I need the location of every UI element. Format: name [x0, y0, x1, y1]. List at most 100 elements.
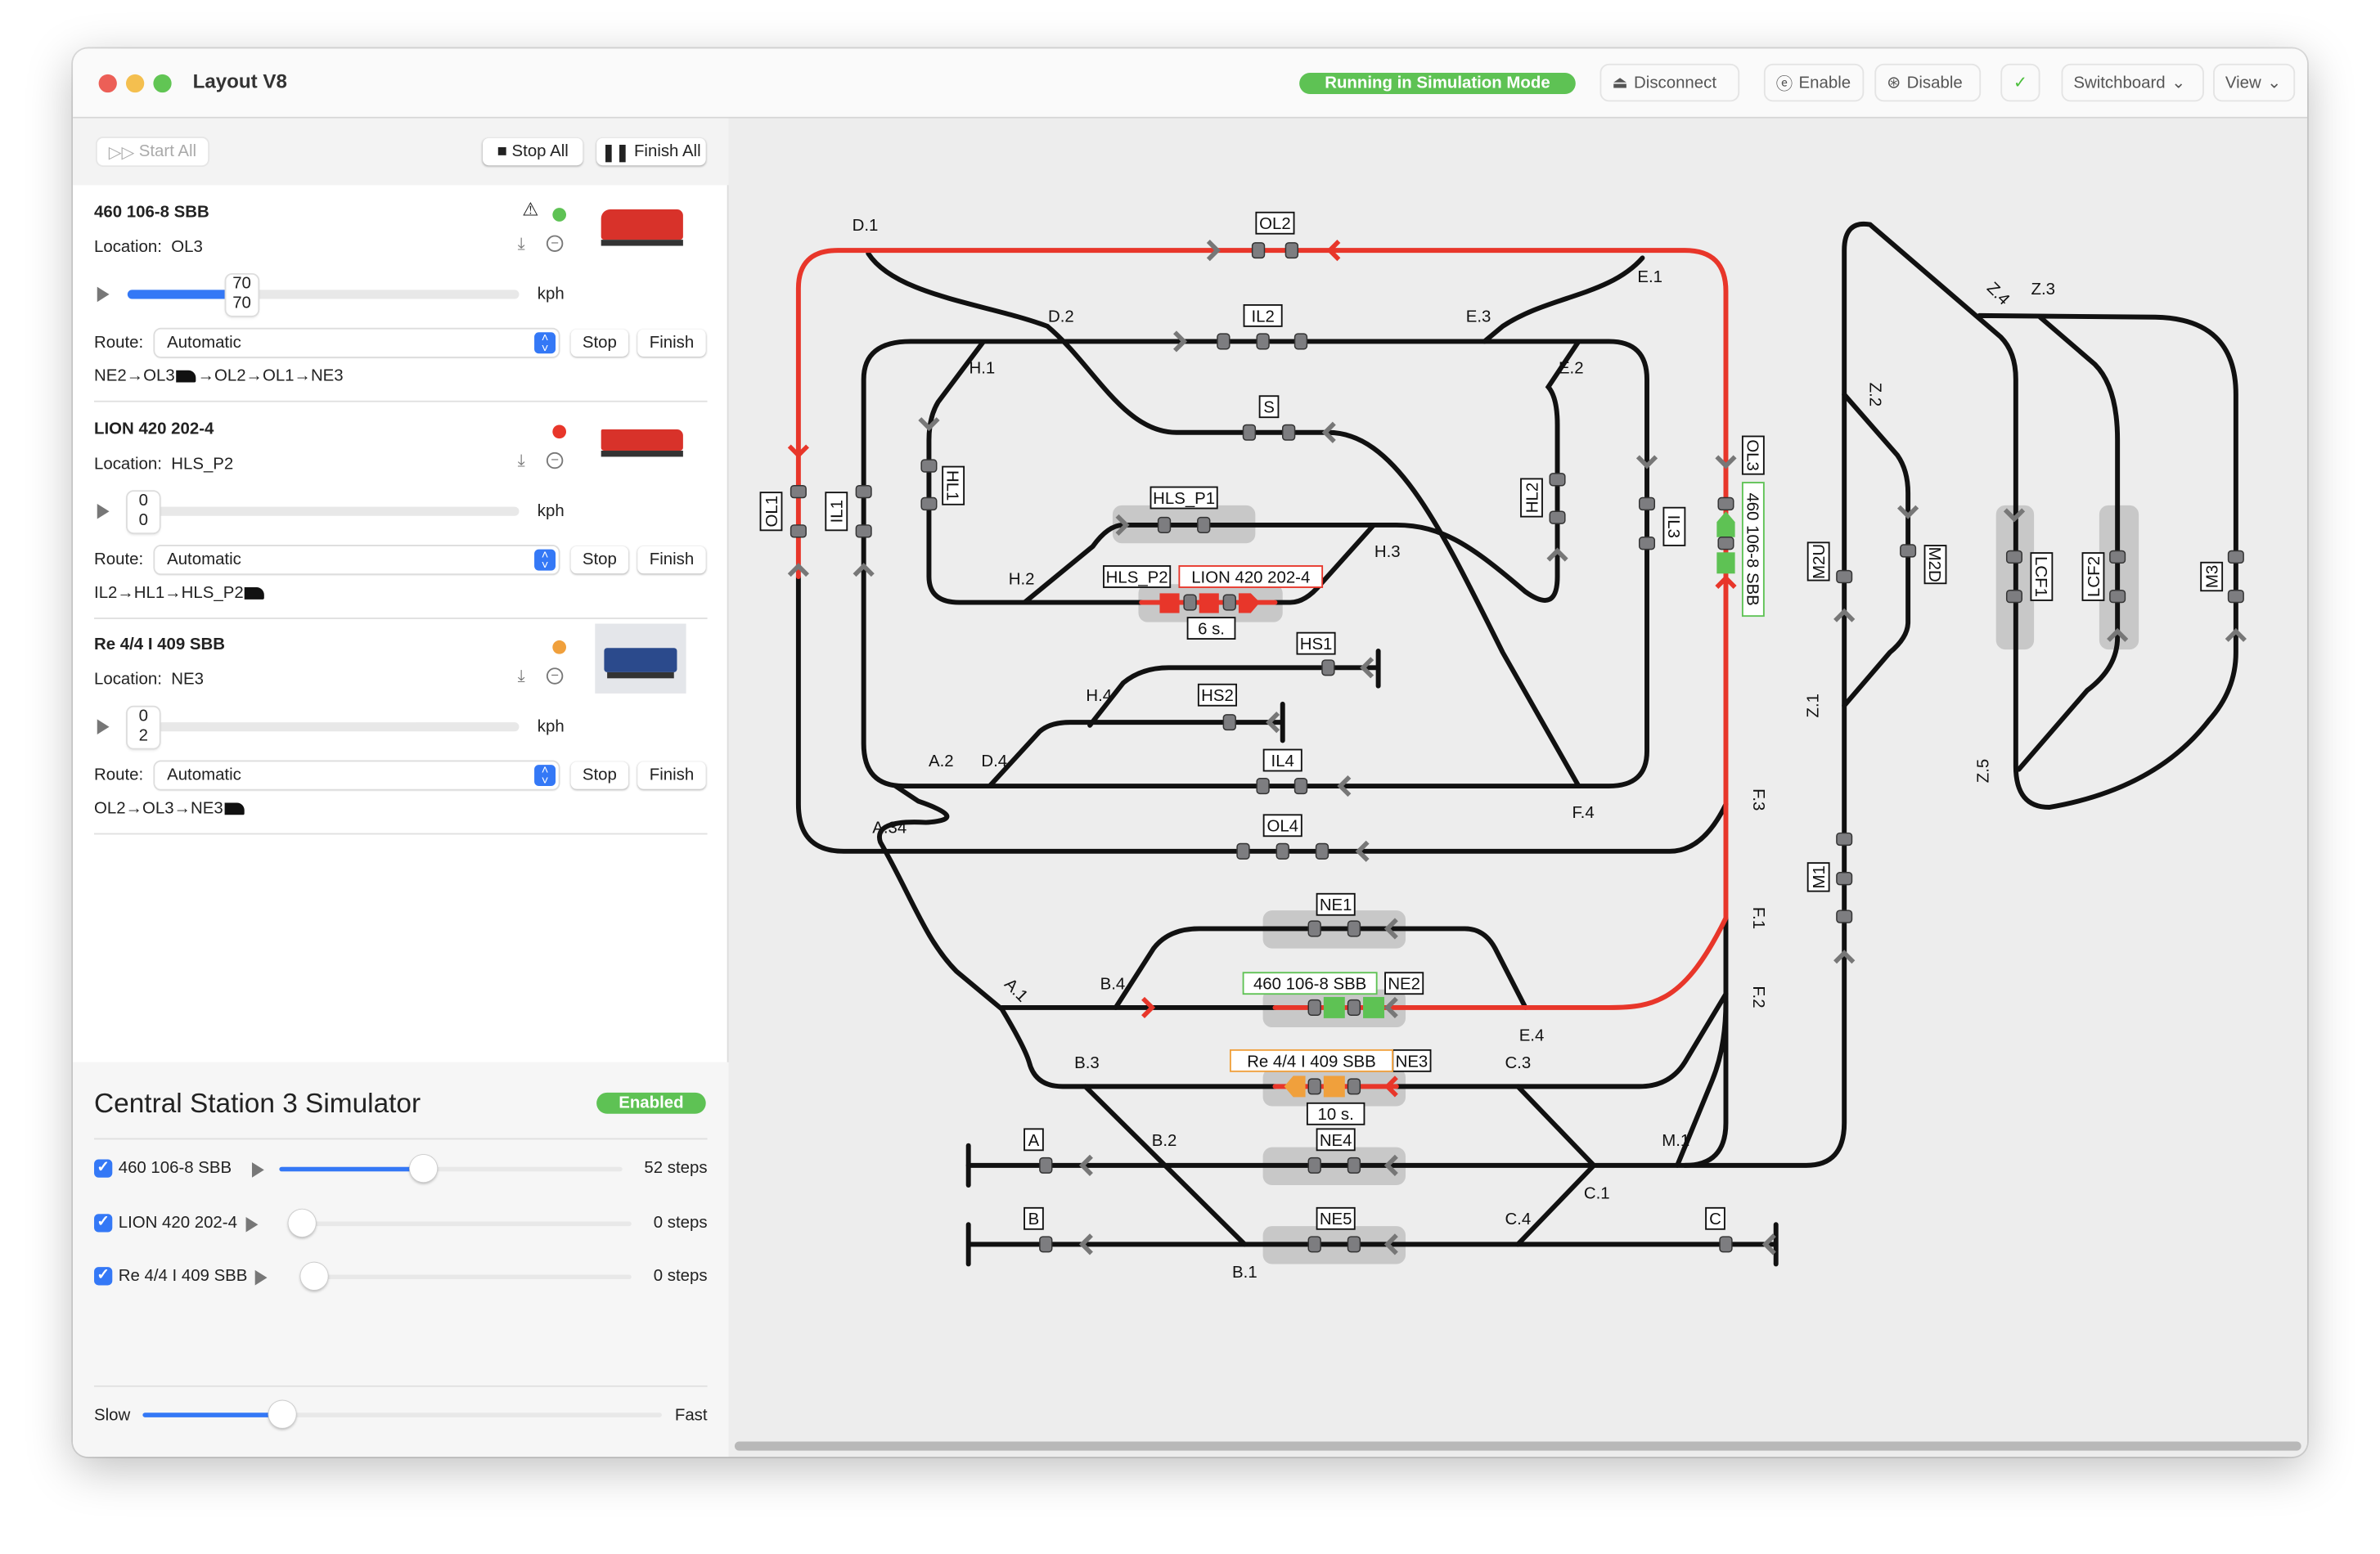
- turnout-label[interactable]: C.4: [1505, 1210, 1531, 1228]
- turnout-label[interactable]: E.1: [1637, 268, 1662, 286]
- wait-timer[interactable]: 6 s.: [1186, 617, 1236, 640]
- feedback-sensor[interactable]: [1836, 909, 1853, 923]
- turnout-label[interactable]: H.1: [970, 359, 996, 377]
- feedback-sensor[interactable]: [1321, 659, 1335, 676]
- turnout-label[interactable]: E.2: [1559, 359, 1584, 377]
- feedback-sensor[interactable]: [2005, 589, 2023, 604]
- feedback-sensor[interactable]: [1236, 842, 1250, 860]
- feedback-sensor[interactable]: [1217, 333, 1230, 350]
- block-label[interactable]: OL3: [1741, 435, 1765, 475]
- feedback-sensor[interactable]: [1275, 842, 1289, 860]
- track-hl1[interactable]: [926, 339, 1377, 605]
- train-label[interactable]: 460 106-8 SBB: [1242, 972, 1378, 995]
- block-label[interactable]: OL4: [1262, 814, 1302, 838]
- feedback-sensor[interactable]: [1251, 242, 1266, 259]
- feedback-sensor[interactable]: [2005, 550, 2023, 564]
- turnout-label[interactable]: A.2: [929, 752, 954, 770]
- feedback-sensor[interactable]: [1836, 872, 1853, 886]
- feedback-sensor[interactable]: [920, 459, 938, 473]
- block-label[interactable]: HS1: [1296, 631, 1336, 655]
- feedback-sensor[interactable]: [2227, 550, 2244, 564]
- turnout-label[interactable]: H.2: [1009, 570, 1035, 588]
- turnout-label[interactable]: D.1: [853, 217, 879, 235]
- train-label[interactable]: 460 106-8 SBB: [1741, 482, 1765, 618]
- block-label[interactable]: HL1: [942, 465, 965, 505]
- block-label[interactable]: M3: [2200, 561, 2224, 592]
- feedback-sensor[interactable]: [1549, 510, 1566, 524]
- feedback-sensor[interactable]: [790, 484, 807, 499]
- turnout-label[interactable]: Z.1: [1805, 694, 1823, 717]
- track-inner-loop[interactable]: [861, 339, 1649, 789]
- turnout-label[interactable]: B.4: [1100, 976, 1126, 994]
- feedback-sensor[interactable]: [1281, 424, 1296, 441]
- block-label[interactable]: OL1: [759, 492, 783, 532]
- block-label[interactable]: LCF2: [2081, 552, 2105, 601]
- feedback-sensor[interactable]: [1549, 473, 1566, 487]
- turnout-label[interactable]: Z.4: [1983, 279, 2013, 308]
- track-hl2[interactable]: [1022, 339, 1581, 605]
- feedback-sensor[interactable]: [1307, 999, 1321, 1016]
- feedback-sensor[interactable]: [920, 496, 938, 511]
- feedback-sensor[interactable]: [1307, 1078, 1321, 1095]
- block-label[interactable]: IL1: [825, 492, 848, 532]
- feedback-sensor[interactable]: [1256, 333, 1270, 350]
- feedback-sensor[interactable]: [1039, 1236, 1053, 1253]
- feedback-sensor[interactable]: [1638, 537, 1656, 550]
- feedback-sensor[interactable]: [1256, 778, 1270, 795]
- turnout-label[interactable]: C.1: [1584, 1185, 1610, 1203]
- feedback-sensor[interactable]: [1717, 496, 1734, 511]
- feedback-sensor[interactable]: [1307, 1236, 1321, 1253]
- feedback-sensor[interactable]: [1222, 714, 1236, 731]
- feedback-sensor[interactable]: [1307, 1157, 1321, 1174]
- block-label[interactable]: M2D: [1923, 545, 1947, 585]
- turnout-label[interactable]: F.1: [1749, 907, 1767, 929]
- turnout-label[interactable]: D.4: [981, 752, 1007, 770]
- block-label[interactable]: A: [1024, 1128, 1044, 1152]
- turnout-label[interactable]: F.2: [1749, 986, 1767, 1008]
- turnout-label[interactable]: B.3: [1074, 1054, 1100, 1072]
- turnout-label[interactable]: D.2: [1048, 308, 1074, 326]
- turnout-label[interactable]: E.3: [1466, 308, 1491, 326]
- turnout-label[interactable]: F.4: [1572, 804, 1594, 822]
- turnout-label[interactable]: C.3: [1505, 1054, 1531, 1072]
- feedback-sensor[interactable]: [2109, 589, 2126, 604]
- feedback-sensor[interactable]: [1347, 1078, 1361, 1095]
- feedback-sensor[interactable]: [855, 524, 872, 538]
- block-label[interactable]: LCF1: [2030, 552, 2054, 601]
- turnout-label[interactable]: F.3: [1749, 788, 1767, 811]
- block-label[interactable]: M2U: [1806, 541, 1830, 582]
- block-label[interactable]: HLS_P2: [1103, 565, 1172, 588]
- feedback-sensor[interactable]: [1836, 832, 1853, 847]
- feedback-sensor[interactable]: [1039, 1157, 1053, 1174]
- turnout-label[interactable]: Z.3: [2031, 281, 2054, 299]
- track-hs2[interactable]: [987, 701, 1285, 789]
- train-label[interactable]: LION 420 202-4: [1178, 565, 1324, 588]
- feedback-sensor[interactable]: [1315, 842, 1329, 860]
- block-label[interactable]: HS2: [1197, 683, 1237, 707]
- feedback-sensor[interactable]: [1284, 242, 1299, 259]
- block-label[interactable]: C: [1705, 1206, 1725, 1230]
- turnout-label[interactable]: Z.5: [1974, 759, 1992, 783]
- turnout-label[interactable]: M.1: [1662, 1132, 1689, 1150]
- feedback-sensor[interactable]: [1347, 1157, 1361, 1174]
- turnout-label[interactable]: A.34: [872, 820, 907, 838]
- block-label[interactable]: IL4: [1262, 748, 1302, 772]
- feedback-sensor[interactable]: [2227, 589, 2244, 604]
- train-label[interactable]: Re 4/4 I 409 SBB: [1229, 1049, 1393, 1072]
- feedback-sensor[interactable]: [1293, 333, 1308, 350]
- feedback-sensor[interactable]: [1717, 537, 1734, 550]
- turnout-label[interactable]: A.1: [1001, 975, 1031, 1005]
- feedback-sensor[interactable]: [790, 524, 807, 538]
- turnout-label[interactable]: E.4: [1519, 1027, 1545, 1045]
- block-label[interactable]: M1: [1806, 862, 1830, 892]
- block-label[interactable]: NE4: [1316, 1128, 1356, 1152]
- block-label[interactable]: IL2: [1243, 303, 1283, 327]
- feedback-sensor[interactable]: [1347, 920, 1361, 937]
- block-label[interactable]: IL3: [1662, 506, 1686, 546]
- turnout-label[interactable]: H.4: [1086, 687, 1112, 705]
- track-z2-m2d[interactable]: [1842, 392, 1911, 708]
- track-e1-e3[interactable]: [1482, 255, 1645, 344]
- turnout-label[interactable]: B.1: [1232, 1264, 1257, 1282]
- block-label[interactable]: NE5: [1316, 1206, 1356, 1230]
- track-ne4-z[interactable]: [965, 221, 2238, 1168]
